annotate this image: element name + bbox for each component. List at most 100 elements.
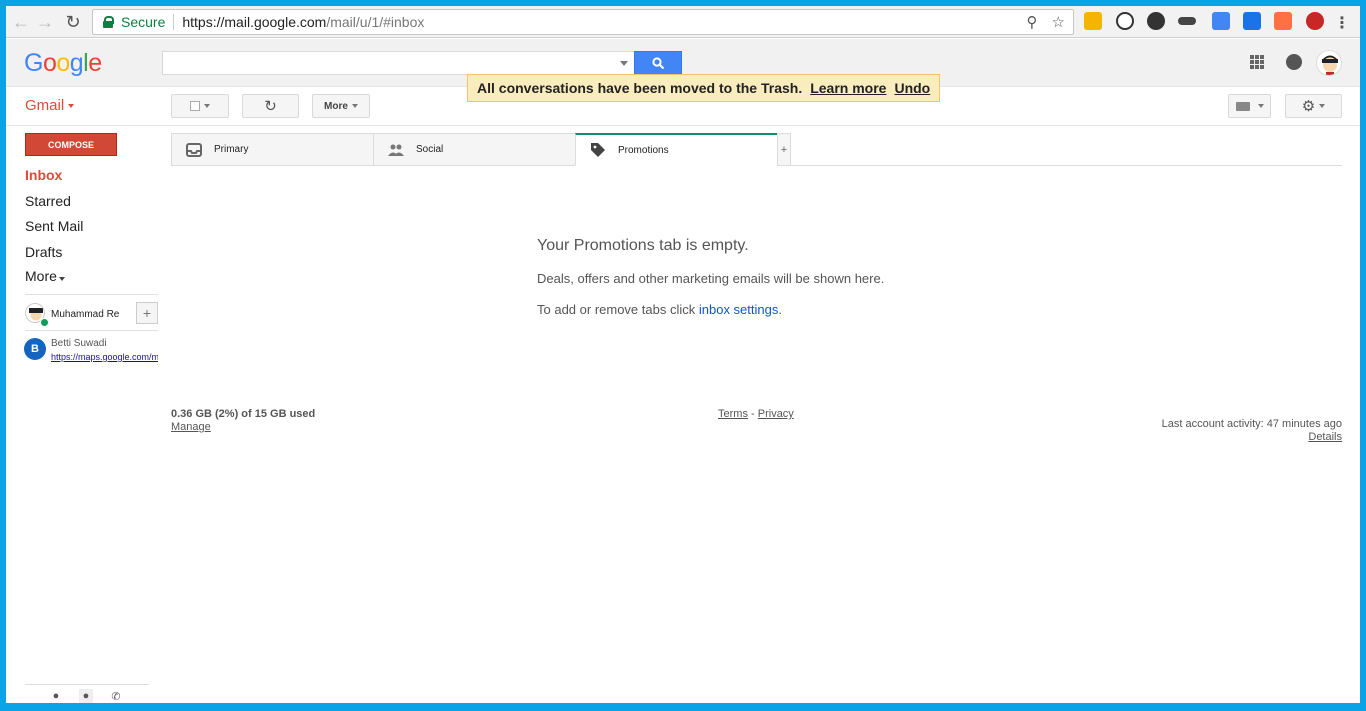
refresh-button[interactable]: ↻ bbox=[242, 94, 299, 118]
tab-label: Primary bbox=[214, 144, 249, 155]
tab-primary[interactable]: Primary bbox=[171, 133, 374, 166]
gmail-caret-icon bbox=[68, 104, 75, 109]
sidebar-item-more[interactable]: More bbox=[25, 268, 65, 284]
logo-letter: o bbox=[42, 49, 57, 77]
notifications-icon[interactable] bbox=[1286, 54, 1302, 70]
inbox-icon bbox=[186, 142, 202, 157]
empty-state-settings-hint: To add or remove tabs click inbox settin… bbox=[537, 302, 782, 317]
contact-avatar[interactable]: B bbox=[24, 338, 46, 360]
search-input[interactable] bbox=[162, 51, 635, 75]
terms-link[interactable]: Terms bbox=[718, 408, 748, 420]
sidebar-divider bbox=[25, 294, 158, 295]
tab-label: Social bbox=[416, 144, 444, 155]
lock-icon bbox=[103, 16, 114, 28]
privacy-link[interactable]: Privacy bbox=[758, 408, 794, 420]
hint-suffix: . bbox=[778, 302, 782, 317]
tag-icon bbox=[590, 143, 606, 157]
tab-label: Promotions bbox=[618, 144, 669, 156]
manage-storage-link[interactable]: Manage bbox=[171, 421, 211, 433]
account-avatar[interactable] bbox=[1316, 50, 1342, 76]
google-logo[interactable]: Google bbox=[24, 49, 102, 78]
category-tabs: Primary Social Promotions + bbox=[171, 133, 1342, 166]
chevron-down-icon bbox=[1257, 104, 1264, 108]
search-button[interactable] bbox=[634, 51, 682, 75]
secure-label: Secure bbox=[121, 14, 166, 30]
learn-more-link[interactable]: Learn more bbox=[810, 80, 886, 96]
url-host: https://mail.google.com bbox=[182, 14, 327, 30]
reload-icon[interactable]: ↻ bbox=[62, 11, 84, 33]
plus-icon: + bbox=[142, 305, 152, 321]
contact-message-link[interactable]: https://maps.google.com/ma bbox=[51, 352, 158, 362]
sidebar-item-drafts[interactable]: Drafts bbox=[25, 244, 62, 260]
check-extension-icon[interactable] bbox=[1243, 12, 1261, 30]
refresh-icon: ↻ bbox=[264, 98, 277, 115]
person-icon[interactable]: ● bbox=[49, 689, 63, 703]
toolbar-divider bbox=[6, 125, 1360, 126]
compose-button[interactable]: COMPOSE bbox=[25, 133, 117, 156]
tab-promotions[interactable]: Promotions bbox=[575, 133, 778, 166]
browser-toolbar: ← → ↻ Secure https://mail.google.com/mai… bbox=[6, 6, 1360, 38]
more-actions-button[interactable]: More bbox=[312, 94, 370, 118]
undo-link[interactable]: Undo bbox=[894, 80, 930, 96]
activity-details-link[interactable]: Details bbox=[1308, 431, 1342, 443]
chevron-down-icon bbox=[58, 277, 65, 281]
shield-extension-icon[interactable] bbox=[1306, 12, 1324, 30]
calendar-extension-icon[interactable] bbox=[1212, 12, 1230, 30]
chevron-down-icon bbox=[1319, 104, 1326, 108]
sidebar-item-inbox[interactable]: Inbox bbox=[25, 167, 62, 183]
logo-letter: G bbox=[24, 49, 43, 77]
plus-icon: + bbox=[780, 143, 788, 156]
people-icon bbox=[388, 143, 404, 157]
input-tools-button[interactable] bbox=[1228, 94, 1271, 118]
search-options-icon[interactable] bbox=[620, 61, 628, 66]
chart-extension-icon[interactable] bbox=[1274, 12, 1292, 30]
zoom-icon[interactable]: ⚲ bbox=[1027, 13, 1038, 31]
address-separator bbox=[173, 14, 175, 30]
checkbox-icon bbox=[190, 101, 200, 111]
bookmark-star-icon[interactable]: ☆ bbox=[1052, 13, 1065, 31]
tab-social[interactable]: Social bbox=[373, 133, 576, 166]
select-checkbox-button[interactable] bbox=[171, 94, 229, 118]
url-path: /mail/u/1/#inbox bbox=[326, 14, 425, 30]
new-conversation-button[interactable]: + bbox=[136, 302, 158, 324]
keyboard-icon bbox=[1235, 101, 1250, 111]
hangouts-icon[interactable]: ● bbox=[79, 689, 93, 703]
hangouts-footer: ● ● ✆ bbox=[25, 684, 149, 703]
browser-menu-icon[interactable]: ⋮ bbox=[1334, 13, 1350, 33]
notification-message: All conversations have been moved to the… bbox=[477, 80, 803, 96]
mask-extension-icon[interactable] bbox=[1178, 17, 1196, 25]
back-icon[interactable]: ← bbox=[10, 11, 32, 33]
footer-links: Terms - Privacy bbox=[718, 408, 794, 420]
gmail-menu[interactable]: Gmail bbox=[25, 97, 75, 114]
logo-letter: o bbox=[56, 49, 70, 77]
gear-icon: ⚙ bbox=[1301, 98, 1316, 115]
phone-icon[interactable]: ✆ bbox=[109, 689, 123, 703]
search-icon bbox=[651, 56, 664, 69]
extension-icon[interactable] bbox=[1084, 12, 1102, 30]
logo-letter: e bbox=[88, 49, 102, 77]
hangouts-user-name[interactable]: Muhammad Re bbox=[51, 309, 126, 320]
address-bar[interactable]: Secure https://mail.google.com/mail/u/1/… bbox=[92, 9, 1074, 35]
sidebar-item-sent-mail[interactable]: Sent Mail bbox=[25, 218, 83, 234]
hint-prefix: To add or remove tabs click bbox=[537, 302, 699, 317]
speed-extension-icon[interactable] bbox=[1116, 12, 1134, 30]
storage-usage: 0.36 GB (2%) of 15 GB used bbox=[171, 408, 316, 420]
last-activity: Last account activity: 47 minutes ago bbox=[1161, 418, 1342, 430]
sidebar-divider bbox=[25, 330, 158, 331]
settings-button[interactable]: ⚙ bbox=[1285, 94, 1342, 118]
forward-icon[interactable]: → bbox=[34, 11, 56, 33]
footer-dash: - bbox=[751, 408, 755, 420]
add-tab-button[interactable]: + bbox=[777, 133, 791, 166]
empty-state-description: Deals, offers and other marketing emails… bbox=[537, 271, 885, 286]
chevron-down-icon bbox=[351, 104, 358, 108]
apps-grid-icon[interactable] bbox=[1250, 55, 1264, 69]
more-actions-label: More bbox=[324, 100, 348, 112]
sidebar-item-starred[interactable]: Starred bbox=[25, 193, 71, 209]
chevron-down-icon bbox=[204, 104, 210, 108]
online-status-icon bbox=[40, 318, 49, 327]
inbox-settings-link[interactable]: inbox settings bbox=[699, 302, 779, 317]
trash-notification: All conversations have been moved to the… bbox=[467, 74, 941, 102]
contact-name[interactable]: Betti Suwadi bbox=[51, 338, 107, 349]
k-extension-icon[interactable] bbox=[1147, 12, 1165, 30]
sidebar-more-label: More bbox=[25, 268, 57, 284]
